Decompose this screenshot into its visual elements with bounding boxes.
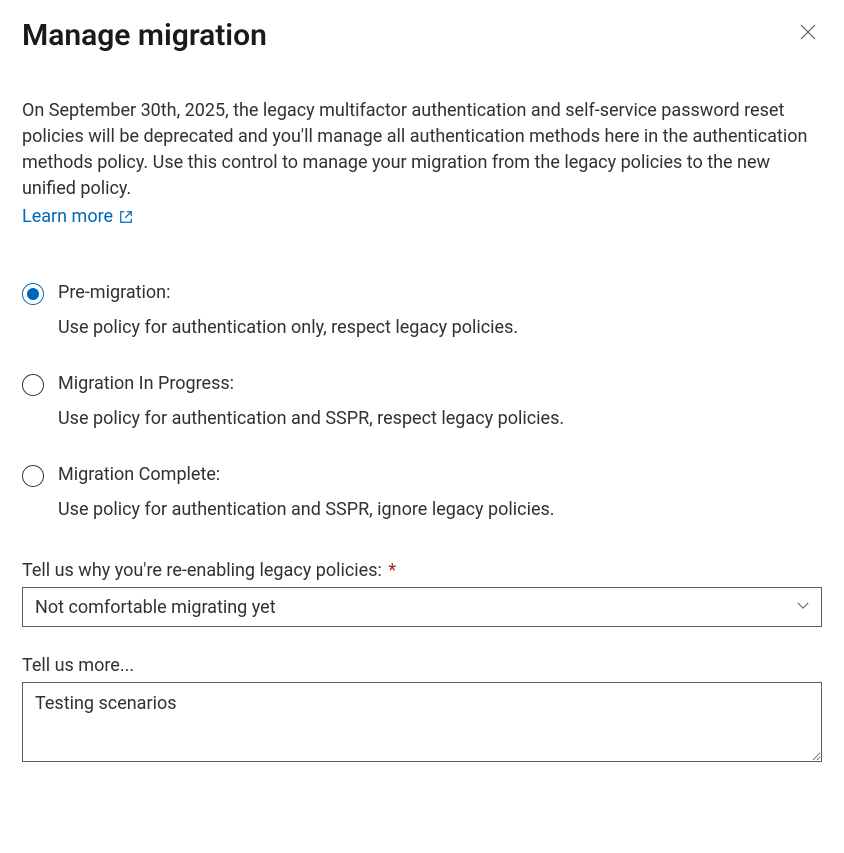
intro-text: On September 30th, 2025, the legacy mult…	[22, 98, 822, 202]
radio-text: Migration Complete: Use policy for authe…	[58, 463, 555, 520]
radio-pre-migration[interactable]: Pre-migration: Use policy for authentica…	[22, 281, 822, 338]
learn-more-link[interactable]: Learn more	[22, 206, 133, 227]
radio-label: Migration In Progress:	[58, 373, 564, 394]
external-link-icon	[119, 210, 133, 224]
migration-state-radio-group: Pre-migration: Use policy for authentica…	[22, 281, 822, 520]
learn-more-label: Learn more	[22, 206, 113, 227]
required-asterisk: *	[388, 560, 396, 581]
close-icon	[800, 24, 816, 40]
reason-label: Tell us why you're re-enabling legacy po…	[22, 560, 822, 581]
radio-indicator	[22, 465, 44, 487]
radio-migration-in-progress[interactable]: Migration In Progress: Use policy for au…	[22, 372, 822, 429]
panel-header: Manage migration	[22, 18, 822, 54]
page-title: Manage migration	[22, 18, 267, 54]
reason-select[interactable]: Not comfortable migrating yet	[22, 587, 822, 627]
radio-description: Use policy for authentication only, resp…	[58, 317, 518, 338]
details-textarea[interactable]	[22, 682, 822, 762]
radio-indicator	[22, 283, 44, 305]
radio-text: Migration In Progress: Use policy for au…	[58, 372, 564, 429]
radio-text: Pre-migration: Use policy for authentica…	[58, 281, 518, 338]
reason-label-text: Tell us why you're re-enabling legacy po…	[22, 560, 382, 581]
radio-label: Migration Complete:	[58, 464, 555, 485]
radio-migration-complete[interactable]: Migration Complete: Use policy for authe…	[22, 463, 822, 520]
radio-description: Use policy for authentication and SSPR, …	[58, 408, 564, 429]
radio-indicator	[22, 374, 44, 396]
close-button[interactable]	[794, 18, 822, 46]
reason-select-wrap: Not comfortable migrating yet	[22, 587, 822, 627]
radio-description: Use policy for authentication and SSPR, …	[58, 499, 555, 520]
details-label: Tell us more...	[22, 655, 822, 676]
radio-label: Pre-migration:	[58, 282, 518, 303]
reason-selected-value: Not comfortable migrating yet	[35, 597, 276, 618]
